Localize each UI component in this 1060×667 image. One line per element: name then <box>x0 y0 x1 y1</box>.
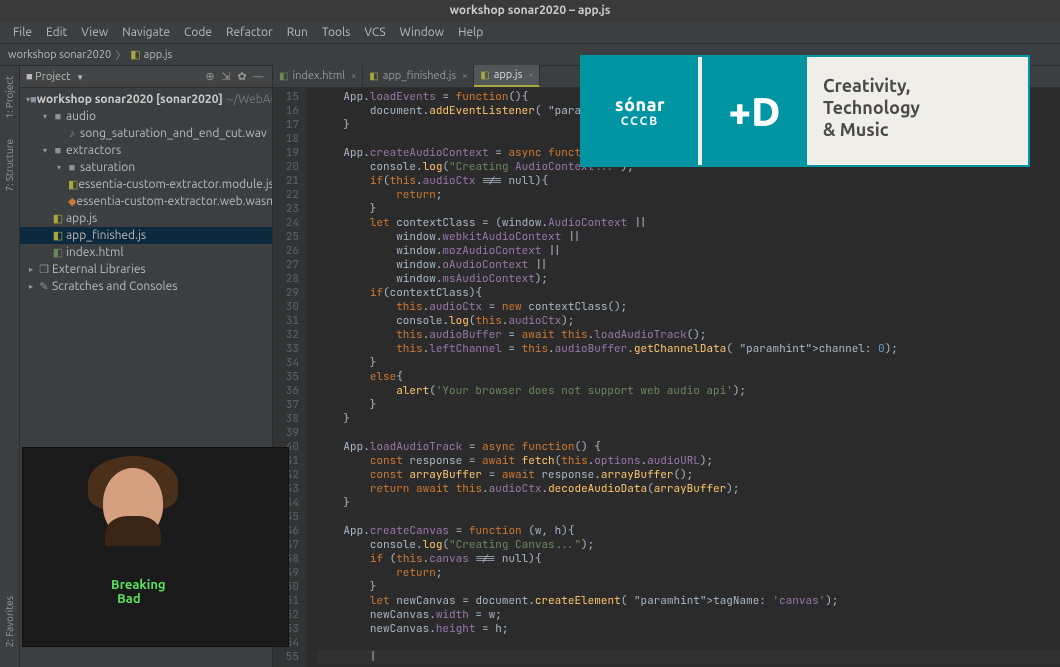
banner-tagline: Creativity,Technology& Music <box>807 57 1028 165</box>
code-editor[interactable]: 1516171819202122232425262728293031323334… <box>273 88 1060 667</box>
window-title: workshop sonar2020 – app.js <box>0 0 1060 22</box>
menu-vcs[interactable]: VCS <box>357 26 392 39</box>
menu-bar: File Edit View Navigate Code Refactor Ru… <box>0 22 1060 44</box>
js-file-icon: ◧ <box>480 69 489 81</box>
dropdown-icon[interactable]: ▼ <box>76 73 84 82</box>
tab-app-js[interactable]: ◧ app.js × <box>474 65 540 87</box>
tab-app-finished[interactable]: ◧ app_finished.js × <box>363 65 474 87</box>
tree-node[interactable]: ◧app.js <box>20 210 272 227</box>
project-panel-title[interactable]: ■ Project <box>26 71 71 83</box>
tree-node[interactable]: ▾■extractors <box>20 142 272 159</box>
project-header: ■ Project ▼ ⊕ ⇲ ✿ — <box>20 66 272 88</box>
close-icon[interactable]: × <box>462 71 467 81</box>
webcam-overlay: Breaking Bad <box>22 447 289 647</box>
tree-node[interactable]: ▸❒External Libraries <box>20 261 272 278</box>
locate-icon[interactable]: ⊕ <box>202 69 218 85</box>
tree-node[interactable]: ◆essentia-custom-extractor.web.wasm <box>20 193 272 210</box>
sonar-banner: sónar CCCB +D Creativity,Technology& Mus… <box>580 55 1030 167</box>
tool-project[interactable]: 1: Project <box>4 76 15 119</box>
tree-node[interactable]: ♪song_saturation_and_end_cut.wav <box>20 125 272 142</box>
tree-node[interactable]: ▾■saturation <box>20 159 272 176</box>
menu-run[interactable]: Run <box>280 26 315 39</box>
tool-favorites[interactable]: 2: Favorites <box>4 596 15 647</box>
tab-label: app.js <box>494 69 523 81</box>
tool-structure[interactable]: 7: Structure <box>4 139 15 192</box>
html-file-icon: ◧ <box>279 70 288 82</box>
collapse-icon[interactable]: ⇲ <box>218 69 234 85</box>
cccb-text: CCCB <box>621 115 659 128</box>
hide-icon[interactable]: — <box>250 69 266 85</box>
tree-node[interactable]: ▾■audio <box>20 108 272 125</box>
tree-node[interactable]: ◧index.html <box>20 244 272 261</box>
tab-index-html[interactable]: ◧ index.html × <box>273 65 363 87</box>
js-file-icon: ◧ <box>130 48 140 61</box>
tab-label: index.html <box>292 70 345 82</box>
menu-help[interactable]: Help <box>451 26 490 39</box>
menu-code[interactable]: Code <box>177 26 219 39</box>
tshirt-logo: Breaking Bad <box>111 578 166 606</box>
menu-refactor[interactable]: Refactor <box>219 26 280 39</box>
sonar-logo: sónar CCCB <box>582 57 698 165</box>
sonar-text: sónar <box>615 95 665 115</box>
left-tool-strip: 1: Project 7: Structure 2: Favorites <box>0 66 20 667</box>
menu-window[interactable]: Window <box>393 26 451 39</box>
settings-icon[interactable]: ✿ <box>234 69 250 85</box>
breadcrumb-file[interactable]: app.js <box>144 49 173 61</box>
menu-edit[interactable]: Edit <box>39 26 74 39</box>
plus-d-logo: +D <box>702 57 807 165</box>
breadcrumb-project[interactable]: workshop sonar2020 <box>8 49 111 61</box>
close-icon[interactable]: × <box>528 70 533 80</box>
menu-navigate[interactable]: Navigate <box>115 26 177 39</box>
tree-node[interactable]: ▸✎Scratches and Consoles <box>20 278 272 295</box>
close-icon[interactable]: × <box>351 71 356 81</box>
menu-file[interactable]: File <box>6 26 39 39</box>
tree-node[interactable]: ◧app_finished.js <box>20 227 272 244</box>
js-file-icon: ◧ <box>369 70 378 82</box>
tree-node[interactable]: ▾■workshop sonar2020 [sonar2020]~/WebAud… <box>20 91 272 108</box>
menu-view[interactable]: View <box>74 26 115 39</box>
menu-tools[interactable]: Tools <box>315 26 358 39</box>
tree-node[interactable]: ◧essentia-custom-extractor.module.js <box>20 176 272 193</box>
code-content[interactable]: App.loadEvents = function(){ document.ad… <box>307 88 1060 667</box>
chevron-right-icon: 〉 <box>115 47 126 63</box>
tab-label: app_finished.js <box>383 70 456 82</box>
